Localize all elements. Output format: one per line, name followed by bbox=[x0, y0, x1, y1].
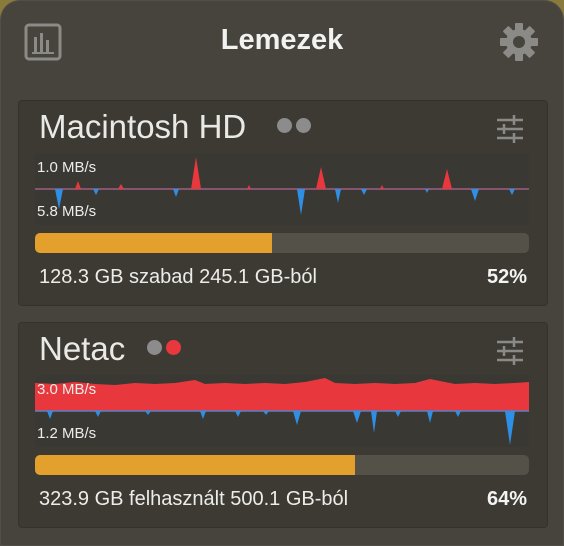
usage-percent: 64% bbox=[486, 488, 527, 510]
activity-graph: 1.0 MB/s 5.8 MB/s bbox=[35, 153, 529, 225]
sliders-icon[interactable] bbox=[495, 114, 525, 144]
disks-panel: Lemezek Macintosh HD 1.0 MB/s 5.8 MB/s 1… bbox=[0, 0, 564, 546]
write-rate: 1.2 MB/s bbox=[37, 425, 97, 442]
capacity-bar bbox=[35, 455, 529, 475]
window-title: Lemezek bbox=[220, 24, 344, 56]
disk-card-netac: Netac 3.0 MB/s 1.2 MB/s 323.9 GB felhasz… bbox=[18, 322, 548, 528]
disk-name: Macintosh HD bbox=[39, 108, 247, 145]
activity-graph: 3.0 MB/s 1.2 MB/s bbox=[35, 375, 529, 447]
usage-percent: 52% bbox=[486, 266, 527, 288]
read-status-dot bbox=[147, 340, 162, 355]
usage-text: 323.9 GB felhasznált 500.1 GB-ból bbox=[39, 488, 349, 510]
write-rate: 5.8 MB/s bbox=[37, 203, 97, 220]
capacity-fill bbox=[35, 233, 273, 253]
write-status-dot bbox=[166, 340, 181, 355]
read-rate: 1.0 MB/s bbox=[37, 159, 97, 176]
disk-card-macintosh-hd: Macintosh HD 1.0 MB/s 5.8 MB/s 128.3 GB … bbox=[18, 100, 548, 306]
disk-name: Netac bbox=[39, 330, 126, 367]
write-status-dot bbox=[296, 118, 311, 133]
status-dots bbox=[277, 118, 315, 136]
read-rate: 3.0 MB/s bbox=[37, 381, 97, 398]
capacity-fill bbox=[35, 455, 355, 475]
gear-icon[interactable] bbox=[498, 21, 540, 63]
usage-text: 128.3 GB szabad 245.1 GB-ból bbox=[39, 266, 317, 288]
status-dots bbox=[147, 340, 185, 358]
panel-header: Lemezek bbox=[0, 0, 564, 86]
capacity-bar bbox=[35, 233, 529, 253]
read-status-dot bbox=[277, 118, 292, 133]
sliders-icon[interactable] bbox=[495, 336, 525, 366]
